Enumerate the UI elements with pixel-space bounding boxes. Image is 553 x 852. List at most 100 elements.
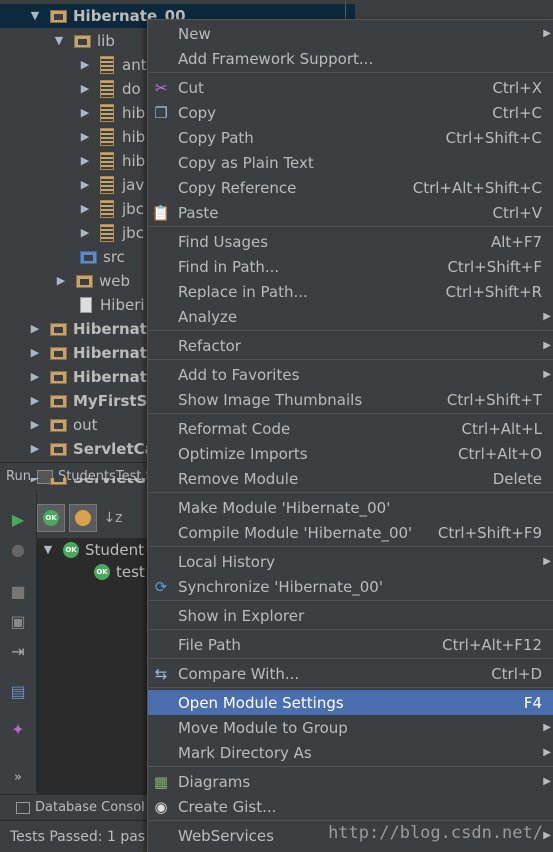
menu-item-show-in-explorer[interactable]: Show in Explorer: [148, 603, 553, 628]
menu-item-make-module[interactable]: Make Module 'Hibernate_00': [148, 495, 553, 520]
menu-item-shortcut: Delete: [492, 469, 542, 488]
run-toolbar: OK ↓z: [37, 502, 125, 534]
tree-node-jar[interactable]: ▶ jbc: [80, 197, 144, 221]
stop-icon[interactable]: ■: [8, 582, 28, 602]
sort-alpha-icon[interactable]: ↓z: [101, 504, 125, 532]
pin-icon[interactable]: ✦: [8, 720, 28, 740]
collapsed-arrow-icon[interactable]: ▶: [80, 179, 90, 190]
menu-item-paste[interactable]: 📋 Paste Ctrl+V: [148, 200, 553, 225]
tree-node-file[interactable]: Hiberi: [80, 293, 145, 317]
menu-item-shortcut: Ctrl+Alt+F12: [442, 635, 542, 654]
collapsed-arrow-icon[interactable]: ▶: [30, 443, 40, 454]
tree-node-label: hib: [122, 104, 146, 122]
rerun-icon[interactable]: ▶: [8, 510, 28, 530]
expanded-arrow-icon[interactable]: ▼: [30, 10, 40, 21]
menu-item-label: Show in Explorer: [178, 606, 305, 625]
collapsed-arrow-icon[interactable]: ▶: [30, 395, 40, 406]
diagram-icon: ▦: [153, 772, 169, 791]
menu-separator: [148, 546, 553, 547]
tree-node-label: ServletCa: [73, 440, 155, 458]
menu-item-compare-with[interactable]: ⇆ Compare With... Ctrl+D: [148, 661, 553, 686]
tree-node-jar[interactable]: ▶ jbc: [80, 221, 144, 245]
menu-item-mark-directory[interactable]: Mark Directory As ▶: [148, 740, 553, 765]
menu-item-copy[interactable]: ❐ Copy Ctrl+C: [148, 100, 553, 125]
collapsed-arrow-icon[interactable]: ▶: [80, 155, 90, 166]
show-ignored-button[interactable]: [69, 504, 97, 532]
test-node-child[interactable]: OK test: [94, 560, 145, 584]
menu-item-diagrams[interactable]: ▦ Diagrams ▶: [148, 769, 553, 794]
menu-item-find-usages[interactable]: Find Usages Alt+F7: [148, 229, 553, 254]
menu-item-shortcut: Ctrl+Alt+O: [458, 444, 542, 463]
tree-node-jar[interactable]: ▶ hib: [80, 149, 145, 173]
menu-item-label: Replace in Path...: [178, 282, 308, 301]
collapsed-arrow-icon[interactable]: ▶: [80, 131, 90, 142]
menu-item-add-favorites[interactable]: Add to Favorites ▶: [148, 362, 553, 387]
tree-node-project[interactable]: ▶ Hibernate: [30, 365, 157, 389]
tree-node-project[interactable]: ▶ Hibernate: [30, 317, 157, 341]
library-icon: [100, 104, 114, 122]
menu-item-replace-in-path[interactable]: Replace in Path... Ctrl+Shift+R: [148, 279, 553, 304]
tree-node-jar[interactable]: ▶ hib: [80, 125, 145, 149]
menu-item-cut[interactable]: ✂ Cut Ctrl+X: [148, 75, 553, 100]
menu-item-show-thumbnails[interactable]: Show Image Thumbnails Ctrl+Shift+T: [148, 387, 553, 412]
menu-item-open-module-settings[interactable]: Open Module Settings F4: [148, 690, 553, 715]
menu-item-copy-path[interactable]: Copy Path Ctrl+Shift+C: [148, 125, 553, 150]
collapsed-arrow-icon[interactable]: ▶: [56, 275, 66, 286]
tree-node-jar[interactable]: ▶ do: [80, 77, 141, 101]
tree-node-web[interactable]: ▶ web: [56, 269, 130, 293]
tree-node-jar[interactable]: ▶ hib: [80, 101, 145, 125]
collapsed-arrow-icon[interactable]: ▶: [80, 203, 90, 214]
tree-node-project[interactable]: ▶ out: [30, 413, 98, 437]
collapsed-arrow-icon[interactable]: ▶: [30, 371, 40, 382]
module-folder-icon: [50, 478, 67, 485]
more-icon[interactable]: »: [8, 768, 28, 788]
menu-item-create-gist[interactable]: ◉ Create Gist...: [148, 794, 553, 819]
tree-node-label: MyFirstSe: [73, 392, 158, 410]
menu-separator: [148, 413, 553, 414]
camera-icon[interactable]: ▣: [8, 612, 28, 632]
collapsed-arrow-icon[interactable]: ▶: [80, 107, 90, 118]
module-folder-icon: [50, 442, 67, 456]
tree-node-jar[interactable]: ▶ jav: [80, 173, 144, 197]
tree-node-project[interactable]: ▶ MyFirstSe: [30, 389, 158, 413]
submenu-arrow-icon: ▶: [543, 369, 551, 380]
menu-item-copy-plain[interactable]: Copy as Plain Text: [148, 150, 553, 175]
menu-item-label: Copy Reference: [178, 178, 297, 197]
tree-node-project-partial[interactable]: ▶ ServletGe: [0, 478, 147, 490]
tree-node-src[interactable]: src: [80, 245, 125, 269]
expanded-arrow-icon[interactable]: ▼: [54, 35, 64, 46]
test-node-root[interactable]: ▼ OK Student: [43, 538, 144, 562]
menu-item-refactor[interactable]: Refactor ▶: [148, 333, 553, 358]
exit-icon[interactable]: ⇥: [8, 642, 28, 662]
menu-item-local-history[interactable]: Local History ▶: [148, 549, 553, 574]
collapsed-arrow-icon[interactable]: ▶: [30, 419, 40, 430]
collapsed-arrow-icon[interactable]: ▶: [30, 478, 40, 483]
tree-node-project[interactable]: ▶ ServletCa: [30, 437, 155, 461]
menu-item-find-in-path[interactable]: Find in Path... Ctrl+Shift+F: [148, 254, 553, 279]
run-toolbar-vertical: ▶ ● ■ ▣ ⇥ ▤ ✦ »: [0, 490, 37, 792]
collapsed-arrow-icon[interactable]: ▶: [80, 83, 90, 94]
collapsed-arrow-icon[interactable]: ▶: [80, 227, 90, 238]
menu-item-add-framework[interactable]: Add Framework Support...: [148, 46, 553, 71]
menu-item-reformat[interactable]: Reformat Code Ctrl+Alt+L: [148, 416, 553, 441]
show-passed-button[interactable]: OK: [37, 504, 65, 532]
tree-node-jar[interactable]: ▶ ant: [80, 53, 147, 77]
menu-item-optimize-imports[interactable]: Optimize Imports Ctrl+Alt+O: [148, 441, 553, 466]
menu-item-compile-module[interactable]: Compile Module 'Hibernate_00' Ctrl+Shift…: [148, 520, 553, 545]
collapsed-arrow-icon[interactable]: ▶: [80, 59, 90, 70]
menu-item-new[interactable]: New ▶: [148, 21, 553, 46]
layout-icon[interactable]: ▤: [8, 682, 28, 702]
menu-item-remove-module[interactable]: Remove Module Delete: [148, 466, 553, 491]
tree-node-lib[interactable]: ▼ lib: [54, 29, 115, 53]
menu-item-analyze[interactable]: Analyze ▶: [148, 304, 553, 329]
collapsed-arrow-icon[interactable]: ▶: [30, 323, 40, 334]
expanded-arrow-icon[interactable]: ▼: [43, 544, 53, 555]
tree-node-project[interactable]: ▶ Hibernate: [30, 341, 157, 365]
menu-item-copy-reference[interactable]: Copy Reference Ctrl+Alt+Shift+C: [148, 175, 553, 200]
debug-icon[interactable]: ●: [8, 540, 28, 560]
menu-item-move-module[interactable]: Move Module to Group ▶: [148, 715, 553, 740]
menu-item-file-path[interactable]: File Path Ctrl+Alt+F12: [148, 632, 553, 657]
collapsed-arrow-icon[interactable]: ▶: [30, 347, 40, 358]
menu-item-synchronize[interactable]: ⟳ Synchronize 'Hibernate_00': [148, 574, 553, 599]
menu-item-label: Copy: [178, 103, 217, 122]
